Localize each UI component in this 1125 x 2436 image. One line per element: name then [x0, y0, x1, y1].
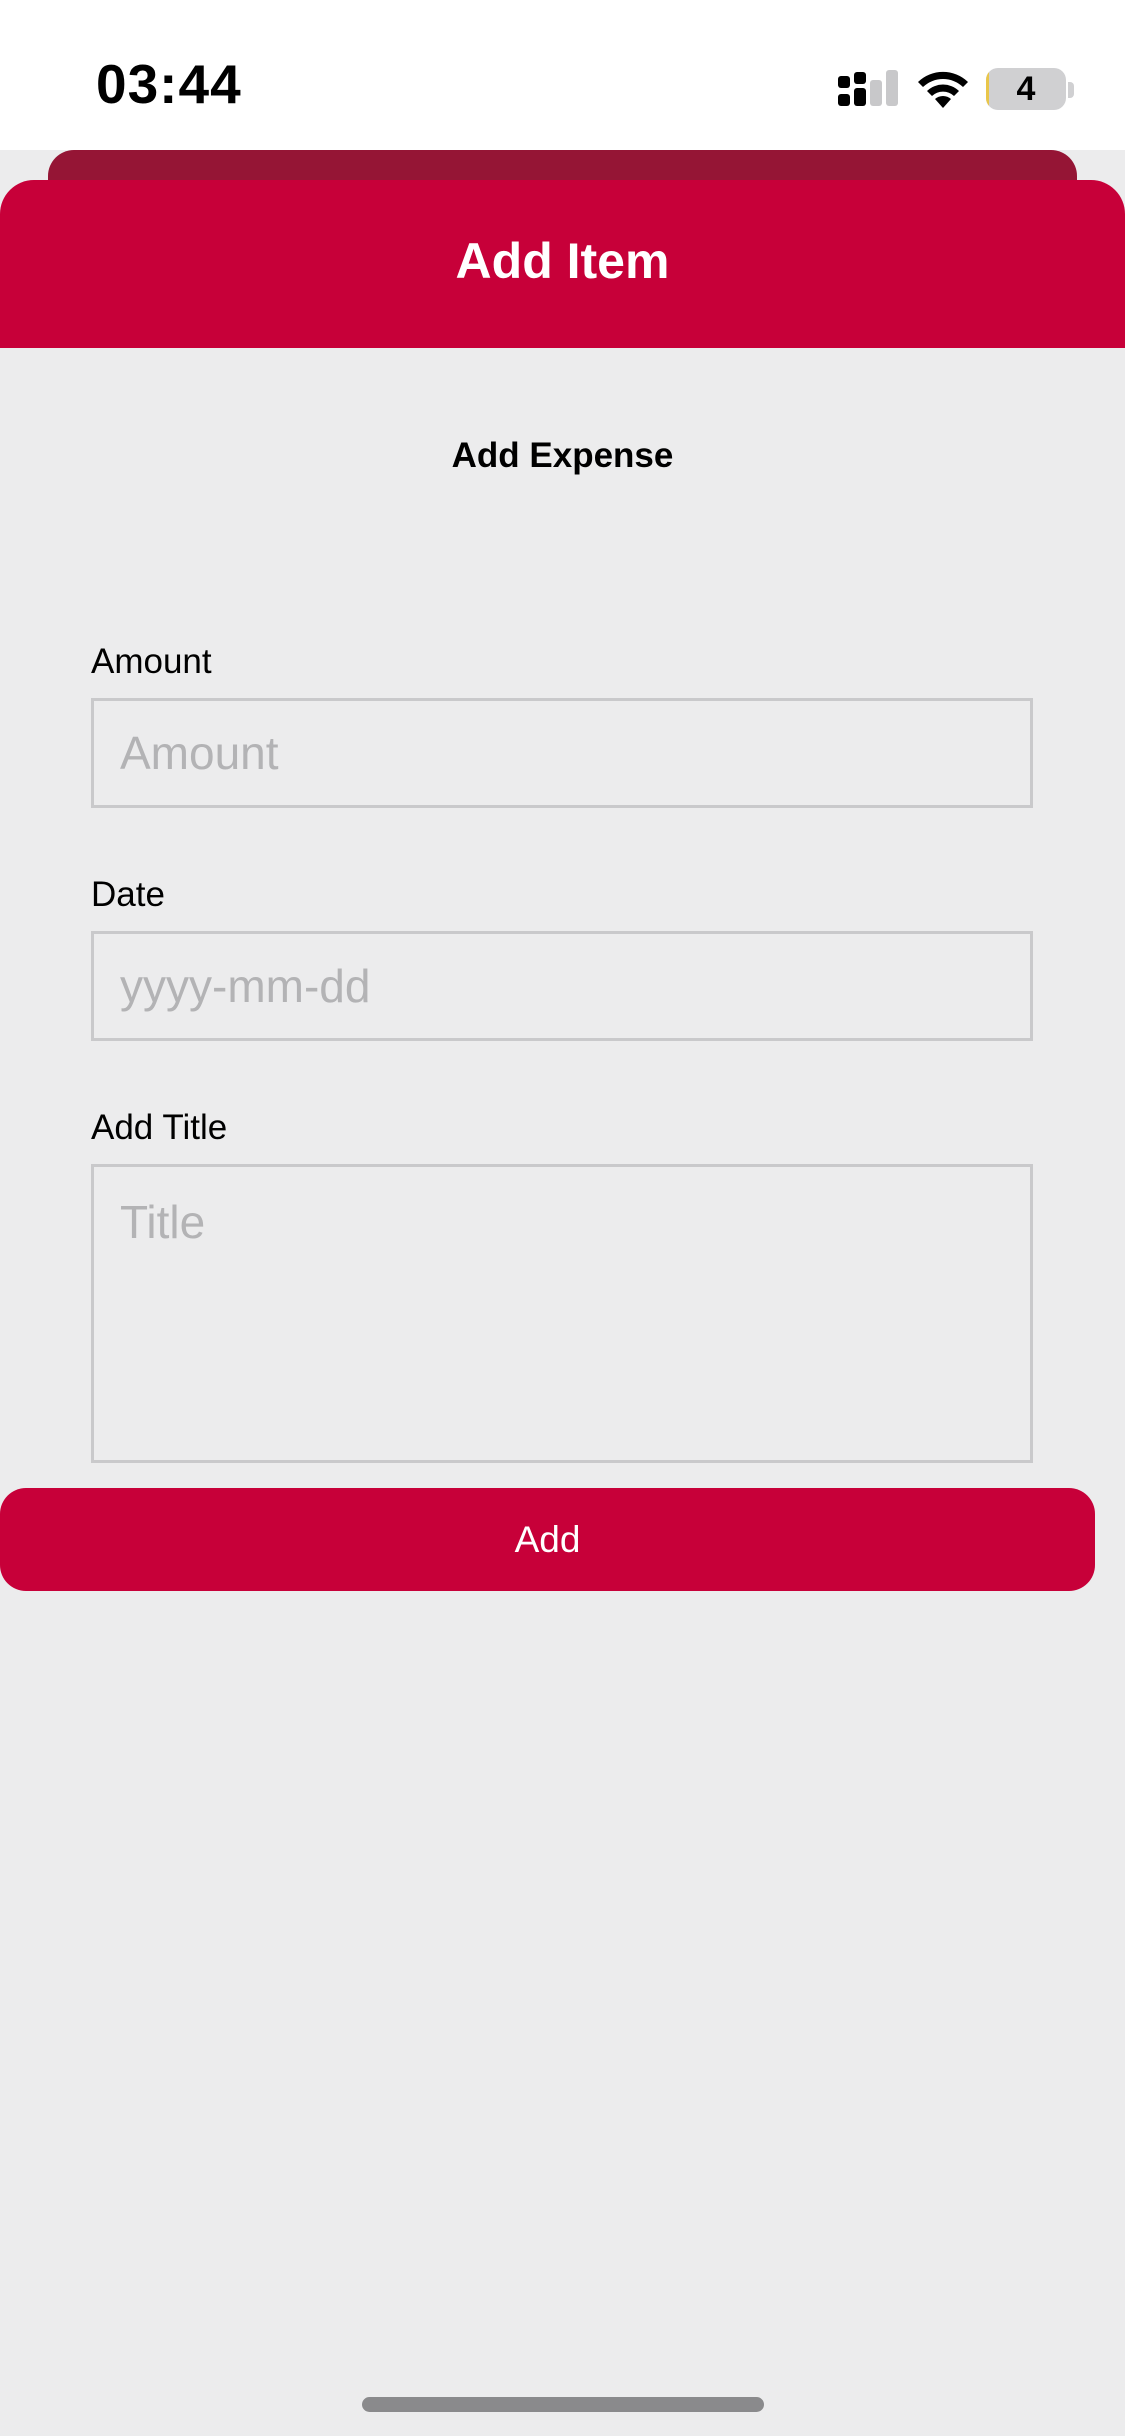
page-title: Add Item	[455, 233, 670, 289]
add-button[interactable]: Add	[0, 1488, 1095, 1591]
modal-header: Add Item	[0, 180, 1125, 348]
battery-cap	[1068, 82, 1074, 98]
title-label: Add Title	[91, 1108, 228, 1147]
battery-level: 4	[1016, 70, 1036, 108]
amount-label: Amount	[91, 642, 212, 681]
status-time: 03:44	[96, 53, 242, 115]
amount-input[interactable]	[91, 698, 1033, 808]
home-indicator	[362, 2397, 764, 2412]
form-section-title: Add Expense	[451, 436, 674, 475]
title-input[interactable]	[91, 1164, 1033, 1463]
date-label: Date	[91, 875, 165, 914]
battery-icon: 4	[986, 68, 1066, 110]
signal-icon	[838, 70, 898, 106]
status-bar: 03:44 4	[0, 0, 1125, 150]
wifi-icon	[918, 71, 968, 108]
date-input[interactable]	[91, 931, 1033, 1041]
